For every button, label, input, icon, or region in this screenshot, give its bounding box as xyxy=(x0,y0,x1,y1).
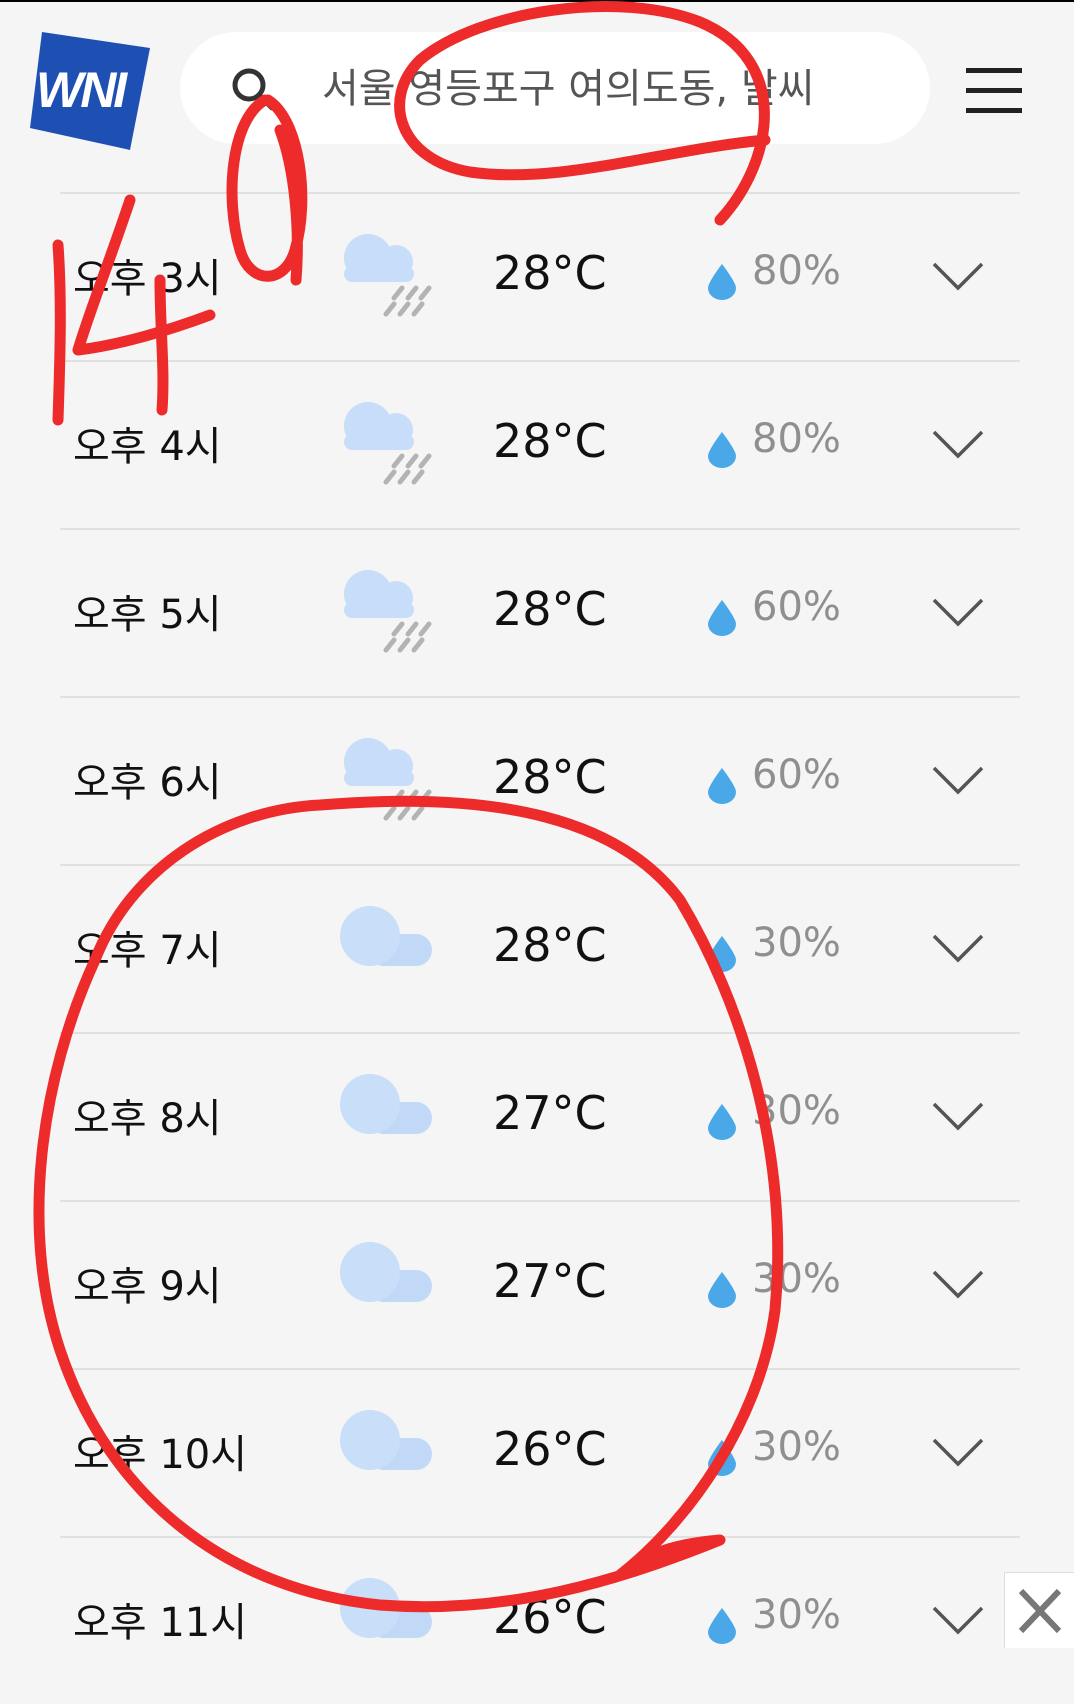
raindrop-icon xyxy=(708,936,736,972)
close-ad-button[interactable] xyxy=(1004,1572,1074,1648)
chevron-down-icon[interactable] xyxy=(932,1100,984,1132)
cloud-icon xyxy=(340,1410,432,1470)
hour-temperature: 26°C xyxy=(493,1590,607,1644)
hourly-row[interactable]: 오후 6시 28°C 60% xyxy=(60,696,1020,864)
logo-text: WNI xyxy=(36,62,128,118)
hourly-row[interactable]: 오후 9시 27°C 30% xyxy=(60,1200,1020,1368)
precipitation-chance: 30% xyxy=(752,1088,841,1134)
chevron-down-icon[interactable] xyxy=(932,1268,984,1300)
cloud-icon xyxy=(340,1074,432,1134)
chevron-down-icon[interactable] xyxy=(932,1604,984,1636)
hour-time: 오후 10시 xyxy=(73,1432,248,1478)
chevron-down-icon[interactable] xyxy=(932,764,984,796)
cloud-icon xyxy=(340,1578,432,1638)
chevron-down-icon[interactable] xyxy=(932,260,984,292)
precipitation-chance: 80% xyxy=(752,248,841,294)
chevron-down-icon[interactable] xyxy=(932,428,984,460)
cloud-rain-icon xyxy=(344,402,432,485)
chevron-down-icon[interactable] xyxy=(932,932,984,964)
hour-time: 오후 9시 xyxy=(73,1264,222,1310)
close-icon[interactable] xyxy=(1005,1573,1074,1649)
hourly-row[interactable]: 오후 8시 27°C 30% xyxy=(60,1032,1020,1200)
hourly-row[interactable]: 오후 10시 26°C 30% xyxy=(60,1368,1020,1536)
hour-time: 오후 7시 xyxy=(73,928,222,974)
hour-time: 오후 11시 xyxy=(73,1600,248,1646)
cloud-icon xyxy=(340,1242,432,1302)
hourly-row[interactable]: 오후 11시 26°C 30% xyxy=(60,1536,1020,1704)
raindrop-icon xyxy=(708,264,736,300)
chevron-down-icon[interactable] xyxy=(932,596,984,628)
raindrop-icon xyxy=(708,432,736,468)
raindrop-icon xyxy=(708,1272,736,1308)
raindrop-icon xyxy=(708,1104,736,1140)
hourly-row[interactable]: 오후 5시 28°C 60% xyxy=(60,528,1020,696)
precipitation-chance: 30% xyxy=(752,1256,841,1302)
hour-time: 오후 8시 xyxy=(73,1096,222,1142)
precipitation-chance: 30% xyxy=(752,1424,841,1470)
hour-temperature: 28°C xyxy=(493,414,607,468)
search-input[interactable] xyxy=(320,54,904,124)
precipitation-chance: 30% xyxy=(752,920,841,966)
menu-icon[interactable] xyxy=(966,66,1022,116)
hour-temperature: 27°C xyxy=(493,1254,607,1308)
hourly-forecast-list: 오후 3시 28°C 80% 오후 4시 28°C 80% 오후 5시 28°C… xyxy=(60,192,1020,1704)
hour-time: 오후 6시 xyxy=(73,760,222,806)
wni-logo[interactable]: WNI xyxy=(30,32,150,150)
hour-time: 오후 3시 xyxy=(73,256,222,302)
header: WNI xyxy=(0,0,1074,180)
cloud-rain-icon xyxy=(344,234,432,317)
precipitation-chance: 60% xyxy=(752,752,841,798)
hour-time: 오후 5시 xyxy=(73,592,222,638)
cloud-rain-icon xyxy=(344,570,432,653)
hour-temperature: 28°C xyxy=(493,246,607,300)
hour-temperature: 27°C xyxy=(493,1086,607,1140)
precipitation-chance: 60% xyxy=(752,584,841,630)
search-icon[interactable] xyxy=(230,66,276,112)
hour-time: 오후 4시 xyxy=(73,424,222,470)
precipitation-chance: 30% xyxy=(752,1592,841,1638)
raindrop-icon xyxy=(708,768,736,804)
raindrop-icon xyxy=(708,1608,736,1644)
chevron-down-icon[interactable] xyxy=(932,1436,984,1468)
hour-temperature: 28°C xyxy=(493,750,607,804)
precipitation-chance: 80% xyxy=(752,416,841,462)
hourly-row[interactable]: 오후 7시 28°C 30% xyxy=(60,864,1020,1032)
cloud-rain-icon xyxy=(344,738,432,821)
search-bar[interactable] xyxy=(180,32,930,144)
cloud-icon xyxy=(340,906,432,966)
raindrop-icon xyxy=(708,1440,736,1476)
hour-temperature: 28°C xyxy=(493,582,607,636)
hourly-row[interactable]: 오후 4시 28°C 80% xyxy=(60,360,1020,528)
hour-temperature: 28°C xyxy=(493,918,607,972)
raindrop-icon xyxy=(708,600,736,636)
hour-temperature: 26°C xyxy=(493,1422,607,1476)
hourly-row[interactable]: 오후 3시 28°C 80% xyxy=(60,192,1020,360)
